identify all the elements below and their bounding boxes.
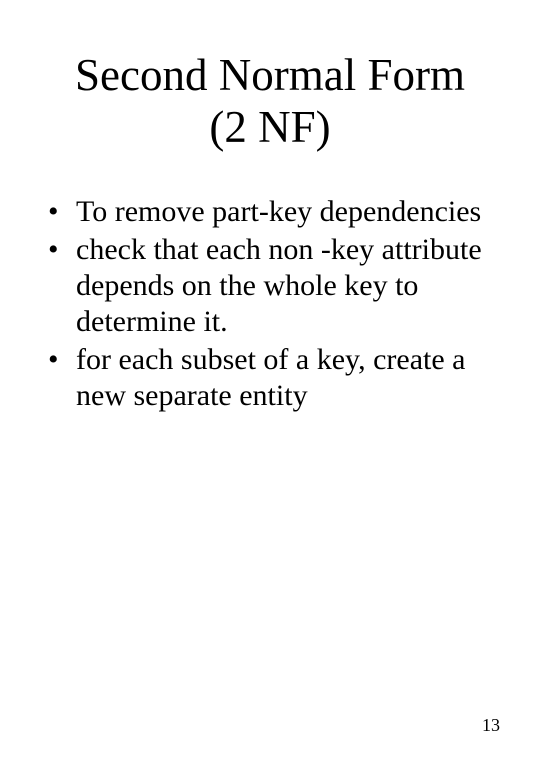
title-line-2: (2 NF) (209, 102, 330, 152)
slide-title: Second Normal Form (2 NF) (40, 50, 500, 154)
slide: Second Normal Form (2 NF) To remove part… (0, 0, 540, 766)
list-item: check that each non -key attribute depen… (40, 232, 500, 340)
list-item: To remove part-key dependencies (40, 194, 500, 230)
title-line-1: Second Normal Form (75, 50, 465, 100)
bullet-text: for each subset of a key, create a new s… (76, 343, 466, 412)
bullet-text: check that each non -key attribute depen… (76, 233, 482, 338)
page-number: 13 (482, 715, 500, 736)
bullet-text: To remove part-key dependencies (76, 195, 481, 228)
list-item: for each subset of a key, create a new s… (40, 342, 500, 414)
bullet-list: To remove part-key dependencies check th… (40, 194, 500, 414)
